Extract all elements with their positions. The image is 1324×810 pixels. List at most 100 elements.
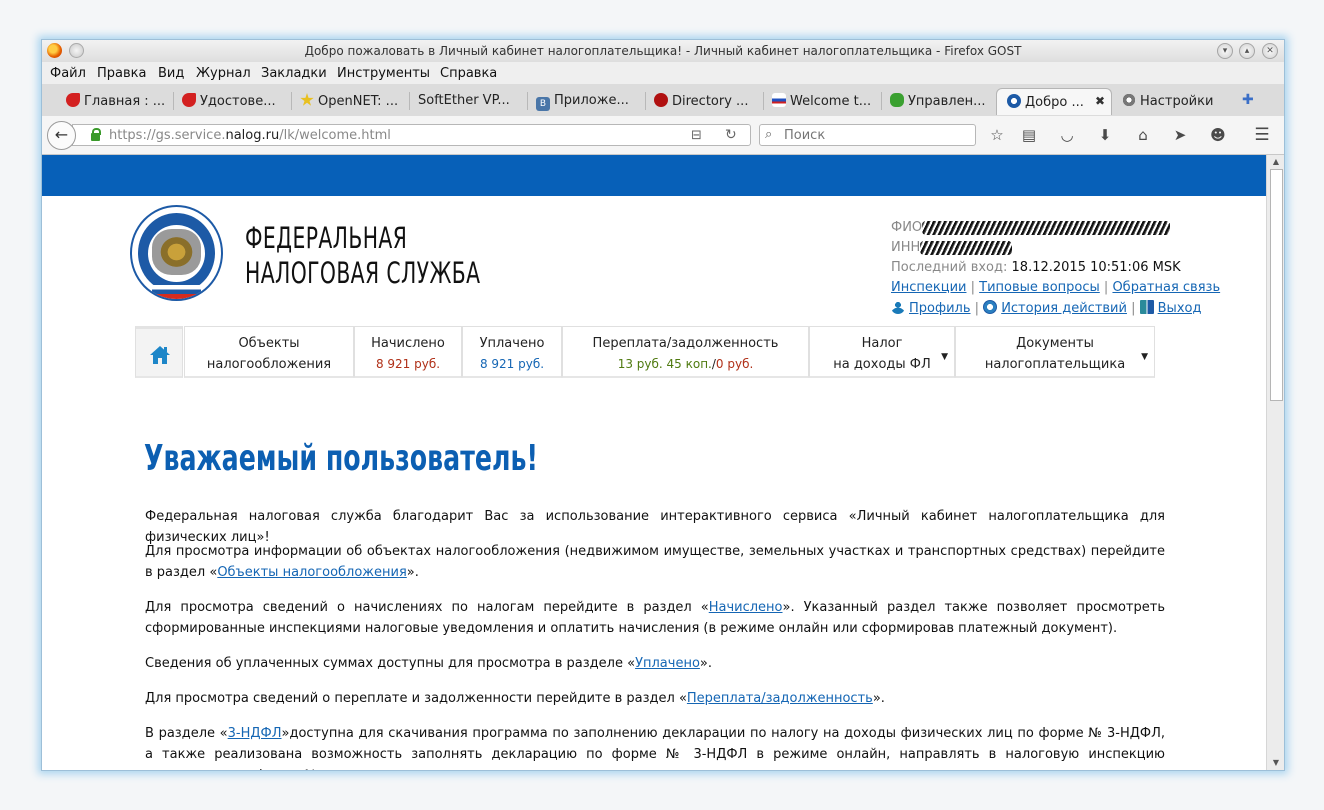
tab-favicon-icon (182, 93, 196, 107)
link-accrued[interactable]: Начислено (709, 600, 783, 615)
last-login-value: 18.12.2015 10:51:06 MSK (1011, 260, 1181, 275)
lock-shackle-icon (92, 128, 101, 135)
menu-bar: Файл Правка Вид Журнал Закладки Инструме… (42, 62, 1284, 85)
minimize-button[interactable]: ▾ (1217, 43, 1233, 59)
link-profile[interactable]: Профиль (909, 301, 971, 316)
nav-documents[interactable]: Документы налогоплательщика ▼ (955, 326, 1155, 378)
navigation-toolbar: https://gs.service.nalog.ru/lk/welcome.h… (42, 116, 1284, 155)
downloads-icon[interactable]: ⬇ (1095, 125, 1115, 145)
smiley-icon[interactable]: ☻ (1208, 125, 1228, 145)
menu-history[interactable]: Журнал (196, 66, 251, 81)
link-inspections[interactable]: Инспекции (891, 280, 966, 295)
paragraph-overpayment: Для просмотра сведений о переплате и зад… (145, 691, 885, 706)
link-logout[interactable]: Выход (1158, 301, 1202, 316)
tab-favicon-icon (654, 93, 668, 107)
tab-softether[interactable]: SoftEther VP... (418, 88, 528, 115)
search-bar[interactable]: ⌕ (759, 124, 976, 146)
top-blue-bar (42, 155, 1266, 196)
link-faq[interactable]: Типовые вопросы (979, 280, 1100, 295)
menu-edit[interactable]: Правка (97, 66, 146, 81)
bookmarks-menu-icon[interactable]: ▤ (1019, 125, 1039, 145)
scroll-up-icon[interactable]: ▲ (1270, 157, 1282, 167)
link-3ndfl[interactable]: 3-НДФЛ (228, 726, 282, 741)
logout-icon (1139, 300, 1154, 314)
last-login-label: Последний вход: (891, 260, 1008, 275)
page-scrollbar[interactable]: ▲ ▼ (1266, 155, 1284, 770)
hamburger-menu-icon[interactable]: ☰ (1252, 125, 1272, 145)
brand-name: ФЕДЕРАЛЬНАЯ НАЛОГОВАЯ СЛУЖБА (245, 221, 481, 290)
close-tab-icon[interactable]: ✖ (1095, 94, 1105, 108)
browser-window: Добро пожаловать в Личный кабинет налого… (41, 39, 1285, 771)
tab-directory[interactable]: Directory ... (654, 88, 764, 115)
page-content: ФЕДЕРАЛЬНАЯ НАЛОГОВАЯ СЛУЖБА ФИО ИНН Пос… (42, 155, 1266, 770)
inn-label: ИНН (891, 240, 921, 255)
tab-welcome[interactable]: Welcome t... (772, 88, 882, 115)
fns-emblem-logo (130, 205, 223, 301)
reader-view-icon[interactable]: ⊟ (691, 128, 702, 143)
reload-icon[interactable]: ↻ (725, 127, 737, 143)
nav-income-tax[interactable]: Налог на доходы ФЛ ▼ (809, 326, 955, 378)
debt-amount: 0 руб. (715, 357, 754, 371)
paragraph-objects: Для просмотра информации об объектах нал… (145, 544, 1165, 580)
inn-redacted (920, 240, 1013, 255)
window-title: Добро пожаловать в Личный кабинет налого… (304, 44, 1022, 58)
nav-objects[interactable]: Объекты налогообложения (184, 326, 354, 378)
menu-file[interactable]: Файл (50, 66, 86, 81)
fio-label: ФИО (891, 220, 923, 235)
tab-favicon-icon (890, 93, 904, 107)
tab-udostoverenie[interactable]: Удостове... (182, 88, 292, 115)
link-objects[interactable]: Объекты налогообложения (217, 565, 406, 580)
url-bar[interactable]: https://gs.service.nalog.ru/lk/welcome.h… (72, 124, 751, 146)
dropdown-caret-icon: ▼ (941, 352, 948, 362)
link-history[interactable]: История действий (1001, 301, 1127, 316)
back-button[interactable]: ← (47, 121, 76, 150)
nav-overpayment[interactable]: Переплата/задолженность 13 руб. 45 коп./… (562, 326, 809, 378)
paid-amount: 8 921 руб. (479, 357, 545, 371)
url-text: https://gs.service.nalog.ru/lk/welcome.h… (109, 128, 391, 143)
tab-glavnaya[interactable]: Главная : ... (66, 88, 174, 115)
main-navigation: Объекты налогообложения Начислено 8 921 … (135, 326, 1155, 380)
tab-dobro-active[interactable]: Добро ... ✖ (996, 88, 1112, 115)
help-links: Инспекции | Типовые вопросы | Обратная с… (891, 280, 1221, 295)
scroll-down-icon[interactable]: ▼ (1270, 758, 1282, 768)
tab-opennet[interactable]: OpenNET: ... (300, 88, 410, 115)
menu-view[interactable]: Вид (158, 66, 184, 81)
nav-accrued[interactable]: Начислено 8 921 руб. (354, 326, 462, 378)
link-feedback[interactable]: Обратная связь (1112, 280, 1220, 295)
tab-favicon-icon (300, 93, 314, 106)
tab-favicon-icon (772, 93, 786, 107)
search-input[interactable] (782, 127, 971, 144)
home-icon[interactable]: ⌂ (1133, 125, 1153, 145)
account-links: Профиль | История действий | Выход (891, 300, 1201, 316)
menu-bookmarks[interactable]: Закладки (261, 66, 327, 81)
maximize-button[interactable]: ▴ (1239, 43, 1255, 59)
paragraph-paid: Сведения об уплаченных суммах доступны д… (145, 656, 712, 671)
home-icon (150, 346, 170, 364)
link-overpayment[interactable]: Переплата/задолженность (687, 691, 873, 706)
paragraph-accrued: Для просмотра сведений о начислениях по … (145, 600, 1165, 636)
fio-redacted (922, 220, 1171, 235)
tab-upravlenie[interactable]: Управлен... (890, 88, 996, 115)
page-heading: Уважаемый пользователь! (144, 438, 538, 479)
send-icon[interactable]: ➤ (1170, 125, 1190, 145)
close-window-button[interactable]: ✕ (1262, 43, 1278, 59)
menu-help[interactable]: Справка (440, 66, 497, 81)
pocket-icon[interactable]: ◡ (1057, 125, 1077, 145)
title-bar: Добро пожаловать в Личный кабинет налого… (42, 40, 1284, 62)
user-info: ФИО ИНН Последний вход: 18.12.2015 10:51… (891, 218, 1191, 278)
scrollbar-thumb[interactable] (1270, 169, 1283, 401)
history-icon (983, 300, 998, 314)
nav-paid[interactable]: Уплачено 8 921 руб. (462, 326, 562, 378)
menu-tools[interactable]: Инструменты (337, 66, 430, 81)
tab-settings[interactable]: Настройки (1122, 88, 1232, 115)
accrued-amount: 8 921 руб. (375, 357, 441, 371)
nav-home[interactable] (135, 326, 183, 378)
new-tab-icon[interactable]: ✚ (1242, 92, 1254, 108)
vk-icon: В (536, 97, 550, 111)
profile-icon (891, 300, 905, 314)
tab-bar: Главная : ... Удостове... OpenNET: ... S… (42, 84, 1284, 117)
link-paid[interactable]: Уплачено (635, 656, 700, 671)
tab-prilozheniya[interactable]: В Приложе... (536, 88, 646, 115)
dropdown-caret-icon: ▼ (1141, 352, 1148, 362)
bookmark-star-icon[interactable]: ☆ (987, 125, 1007, 145)
